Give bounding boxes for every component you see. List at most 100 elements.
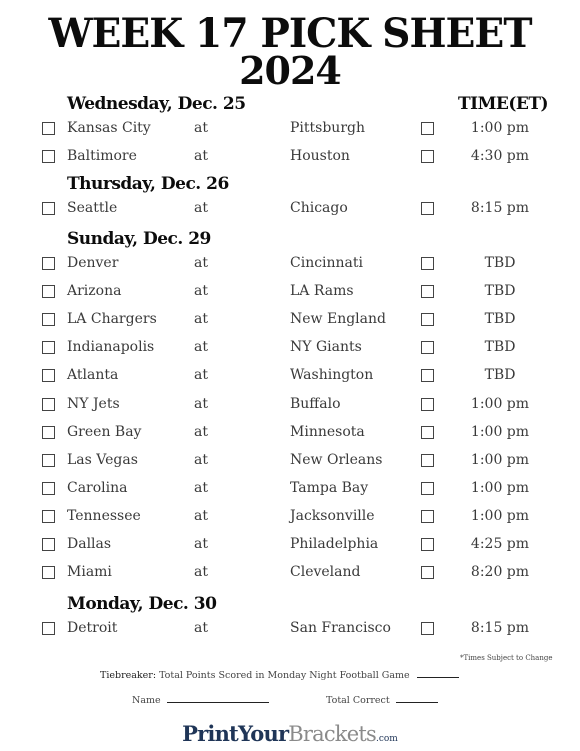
game-time: 1:00 pm	[470, 395, 530, 412]
game-row: Detroit at San Francisco 8:15 pm	[0, 618, 580, 640]
game-time: 1:00 pm	[470, 120, 530, 136]
game-row: Kansas City at Pittsburgh 1:00 pm	[0, 118, 580, 140]
at-label: at	[194, 479, 208, 496]
away-team-checkbox[interactable]	[42, 622, 55, 635]
home-team-checkbox[interactable]	[421, 453, 434, 467]
home-team: Washington	[290, 367, 374, 384]
home-team: Pittsburgh	[290, 120, 365, 136]
day-header: Monday, Dec. 30	[67, 594, 217, 614]
tiebreaker: Tiebreaker: Total Points Scored in Monda…	[100, 670, 459, 681]
home-team-checkbox[interactable]	[421, 622, 434, 635]
at-label: at	[194, 536, 208, 552]
home-team-checkbox[interactable]	[421, 509, 434, 523]
home-team: Buffalo	[290, 395, 341, 412]
game-row: Green Bay at Minnesota 1:00 pm	[0, 422, 580, 444]
home-team: Chicago	[290, 200, 348, 216]
time-column-header: TIME(ET)	[458, 94, 549, 114]
away-team: Las Vegas	[67, 451, 138, 468]
name-label: Name	[132, 695, 161, 706]
name-field: Name	[132, 695, 269, 706]
day-header: Thursday, Dec. 26	[67, 174, 229, 194]
away-team-checkbox[interactable]	[42, 397, 55, 411]
home-team: Minnesota	[290, 423, 365, 440]
home-team-checkbox[interactable]	[421, 257, 434, 270]
at-label: at	[194, 564, 208, 581]
game-time: 1:00 pm	[470, 479, 530, 496]
page-subtitle-year: 2024	[239, 48, 342, 93]
away-team-checkbox[interactable]	[42, 425, 55, 439]
away-team: Seattle	[67, 200, 118, 216]
home-team: Philadelphia	[290, 536, 379, 552]
at-label: at	[194, 255, 208, 271]
game-time: TBD	[484, 311, 516, 328]
home-team-checkbox[interactable]	[421, 122, 434, 135]
total-correct-field: Total Correct	[326, 695, 438, 706]
home-team-checkbox[interactable]	[421, 425, 434, 439]
at-label: at	[194, 451, 208, 468]
game-time: TBD	[484, 255, 516, 271]
away-team-checkbox[interactable]	[42, 285, 55, 299]
game-row: Dallas at Philadelphia 4:25 pm	[0, 534, 580, 556]
home-team-checkbox[interactable]	[421, 397, 434, 411]
game-row: Baltimore at Houston 4:30 pm	[0, 146, 580, 168]
away-team: Denver	[67, 255, 119, 271]
away-team-checkbox[interactable]	[42, 509, 55, 523]
home-team-checkbox[interactable]	[421, 150, 434, 164]
away-team: Dallas	[67, 536, 112, 552]
at-label: at	[194, 423, 208, 440]
game-row: Denver at Cincinnati TBD	[0, 253, 580, 275]
game-time: TBD	[484, 367, 516, 384]
home-team-checkbox[interactable]	[421, 566, 434, 580]
home-team: Tampa Bay	[290, 479, 369, 496]
day-header: Wednesday, Dec. 25	[67, 94, 246, 114]
at-label: at	[194, 283, 208, 300]
game-time: 1:00 pm	[470, 507, 530, 524]
day-header: Sunday, Dec. 29	[67, 229, 211, 249]
home-team-checkbox[interactable]	[421, 341, 434, 355]
game-row: NY Jets at Buffalo 1:00 pm	[0, 394, 580, 416]
away-team-checkbox[interactable]	[42, 538, 55, 551]
game-time: TBD	[484, 283, 516, 300]
home-team-checkbox[interactable]	[421, 313, 434, 327]
away-team: Tennessee	[67, 507, 141, 524]
site-logo: PrintYourBrackets.com	[0, 721, 580, 746]
away-team: NY Jets	[67, 395, 120, 412]
home-team-checkbox[interactable]	[421, 202, 434, 215]
away-team-checkbox[interactable]	[42, 202, 55, 215]
away-team: Kansas City	[67, 120, 151, 136]
at-label: at	[194, 200, 208, 216]
away-team-checkbox[interactable]	[42, 481, 55, 495]
tiebreaker-input-line[interactable]	[416, 676, 459, 678]
game-row: Indianapolis at NY Giants TBD	[0, 337, 580, 359]
game-time: 8:15 pm	[470, 200, 530, 216]
game-row: Atlanta at Washington TBD	[0, 365, 580, 387]
away-team-checkbox[interactable]	[42, 150, 55, 164]
home-team-checkbox[interactable]	[421, 285, 434, 299]
times-note: *Times Subject to Change	[460, 654, 553, 662]
home-team-checkbox[interactable]	[421, 481, 434, 495]
at-label: at	[194, 148, 208, 165]
home-team-checkbox[interactable]	[421, 538, 434, 551]
away-team-checkbox[interactable]	[42, 341, 55, 355]
away-team-checkbox[interactable]	[42, 257, 55, 270]
home-team: NY Giants	[290, 339, 362, 356]
tiebreaker-text: Total Points Scored in Monday Night Foot…	[159, 670, 410, 681]
tiebreaker-label: Tiebreaker:	[100, 670, 157, 681]
away-team: Baltimore	[67, 148, 137, 165]
away-team-checkbox[interactable]	[42, 369, 55, 383]
game-row: LA Chargers at New England TBD	[0, 309, 580, 331]
at-label: at	[194, 620, 208, 636]
home-team-checkbox[interactable]	[421, 369, 434, 383]
away-team: Detroit	[67, 620, 118, 636]
total-correct-input-line[interactable]	[395, 701, 438, 703]
name-input-line[interactable]	[166, 701, 269, 703]
away-team: Miami	[67, 564, 112, 581]
away-team-checkbox[interactable]	[42, 122, 55, 135]
away-team-checkbox[interactable]	[42, 313, 55, 327]
away-team-checkbox[interactable]	[42, 453, 55, 467]
game-time: 4:30 pm	[470, 148, 530, 165]
away-team-checkbox[interactable]	[42, 566, 55, 580]
away-team: Atlanta	[67, 367, 119, 384]
game-row: Miami at Cleveland 8:20 pm	[0, 562, 580, 584]
away-team: Arizona	[67, 283, 122, 300]
